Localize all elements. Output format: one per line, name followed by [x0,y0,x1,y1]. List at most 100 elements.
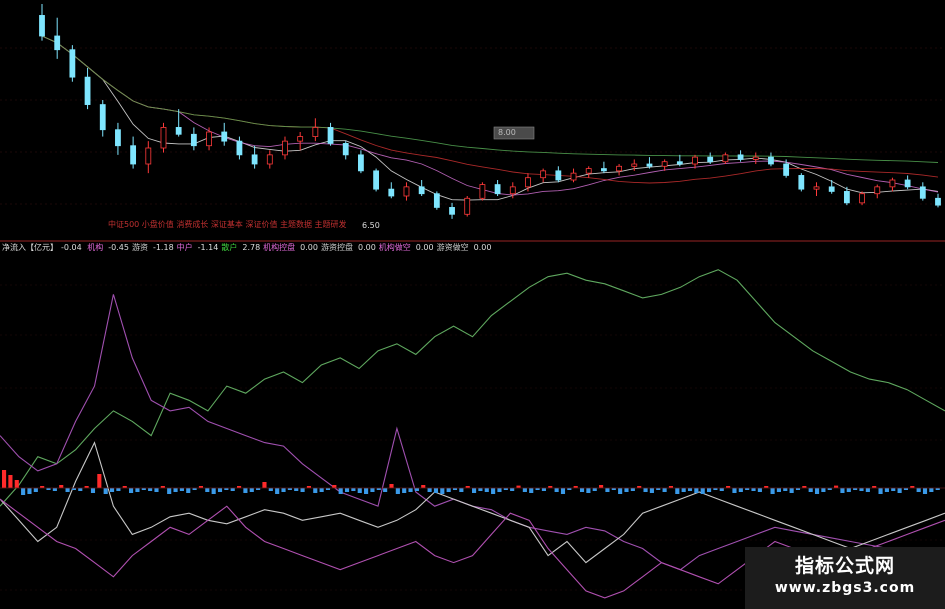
candle-body [358,154,364,172]
flow-bar [618,488,623,494]
flow-bar [897,488,902,493]
flow-bar [643,488,648,492]
flow-bar [243,488,248,493]
flow-bar [351,488,356,491]
flow-bar [605,488,610,492]
candle-body [919,186,926,199]
flow-bar [478,488,483,491]
legend-value: 0.00 [357,243,376,252]
flow-bar [389,484,394,488]
flow-bar [922,488,928,494]
flow-bar [65,488,70,492]
flow-bar [662,488,667,492]
candle-body [99,104,106,131]
flow-bar [14,480,19,488]
flow-legend: 净流入【亿元】 -0.04 机构 -0.45 游资 -1.18 中户 -1.14 散户 2.78… [2,242,497,254]
flow-bar [8,475,13,488]
flow-bar [675,488,680,494]
candle-body [69,49,76,78]
flow-bar [719,488,724,491]
candle-body [843,191,850,204]
legend-label: 机构 [87,243,104,252]
candle-body [54,35,61,51]
legend-label: 散户 [221,243,238,252]
flow-bar [789,488,794,493]
candle-body [783,163,790,176]
candle-body [297,136,304,142]
flow-bar [275,488,280,494]
flow-bar [687,488,693,491]
candle-body [859,193,865,204]
flow-bar [294,488,299,491]
candle-body [145,147,152,165]
flow-bar [97,474,102,488]
flow-bar [2,470,7,488]
flow-bar [414,488,419,491]
candle-body [327,127,334,144]
flow-bar [783,488,788,491]
flow-bar [357,488,362,493]
flow-bar [173,488,178,492]
candle-body [479,184,486,199]
flow-bar [472,488,477,493]
flow-bar [268,488,273,491]
candle-body [175,127,182,135]
flow-bar [313,488,318,493]
flow-bar [560,488,566,494]
candle-body [676,161,683,165]
flow-bar [776,488,781,492]
flow-bar [891,488,896,491]
flow-bar [205,488,210,492]
flow-bar [579,488,585,492]
candle-body [236,140,243,156]
flow-bar [859,488,864,491]
flow-bar [319,488,324,492]
flow-bar [541,488,546,491]
flow-bar [738,488,743,492]
flow-bar [529,488,534,493]
flow-bar [808,488,813,492]
flow-bar [249,488,254,492]
flow-bar [395,488,400,494]
candle-body [388,188,395,197]
candle-body [221,131,228,142]
candle-body [312,127,319,137]
candle-body [707,156,714,163]
legend-value: -1.18 [152,243,174,252]
flow-bar [78,488,83,491]
flow-bar [103,488,108,494]
watermark: 指标公式网 www.zbgs3.com [745,547,945,609]
candle-body [403,186,410,197]
watermark-title: 指标公式网 [794,555,895,577]
flow-bar [300,488,305,492]
candle-body [616,165,622,172]
candle-body [464,197,471,215]
panel-title: 净流入【亿元】 [2,243,58,252]
flow-bar [262,482,267,488]
flow-bar [846,488,851,492]
flow-bar [408,488,413,492]
candle-body [555,170,562,181]
flow-bar [129,488,134,493]
flow-bar [681,488,686,492]
flow-bar [446,488,451,492]
flow-bar [344,488,350,492]
flow-bar [167,488,172,494]
flow-bar [281,488,286,492]
flow-bar [707,488,712,492]
legend-value: -0.45 [108,243,129,252]
flow-bar [484,488,489,492]
legend-label: 游资控盘 [320,243,353,252]
flow-bar [630,488,635,491]
flow-bar [586,488,591,493]
price-box-label: 8.00 [498,128,516,137]
candle-body [39,15,45,37]
candle-body [935,197,941,206]
flow-bar [510,488,515,491]
legend-label: 中户 [176,243,193,252]
flow-bar [929,488,934,492]
candle-body [84,76,91,105]
flow-bar [440,488,445,494]
flow-bar [135,488,140,492]
legend-value: -1.14 [197,243,219,252]
